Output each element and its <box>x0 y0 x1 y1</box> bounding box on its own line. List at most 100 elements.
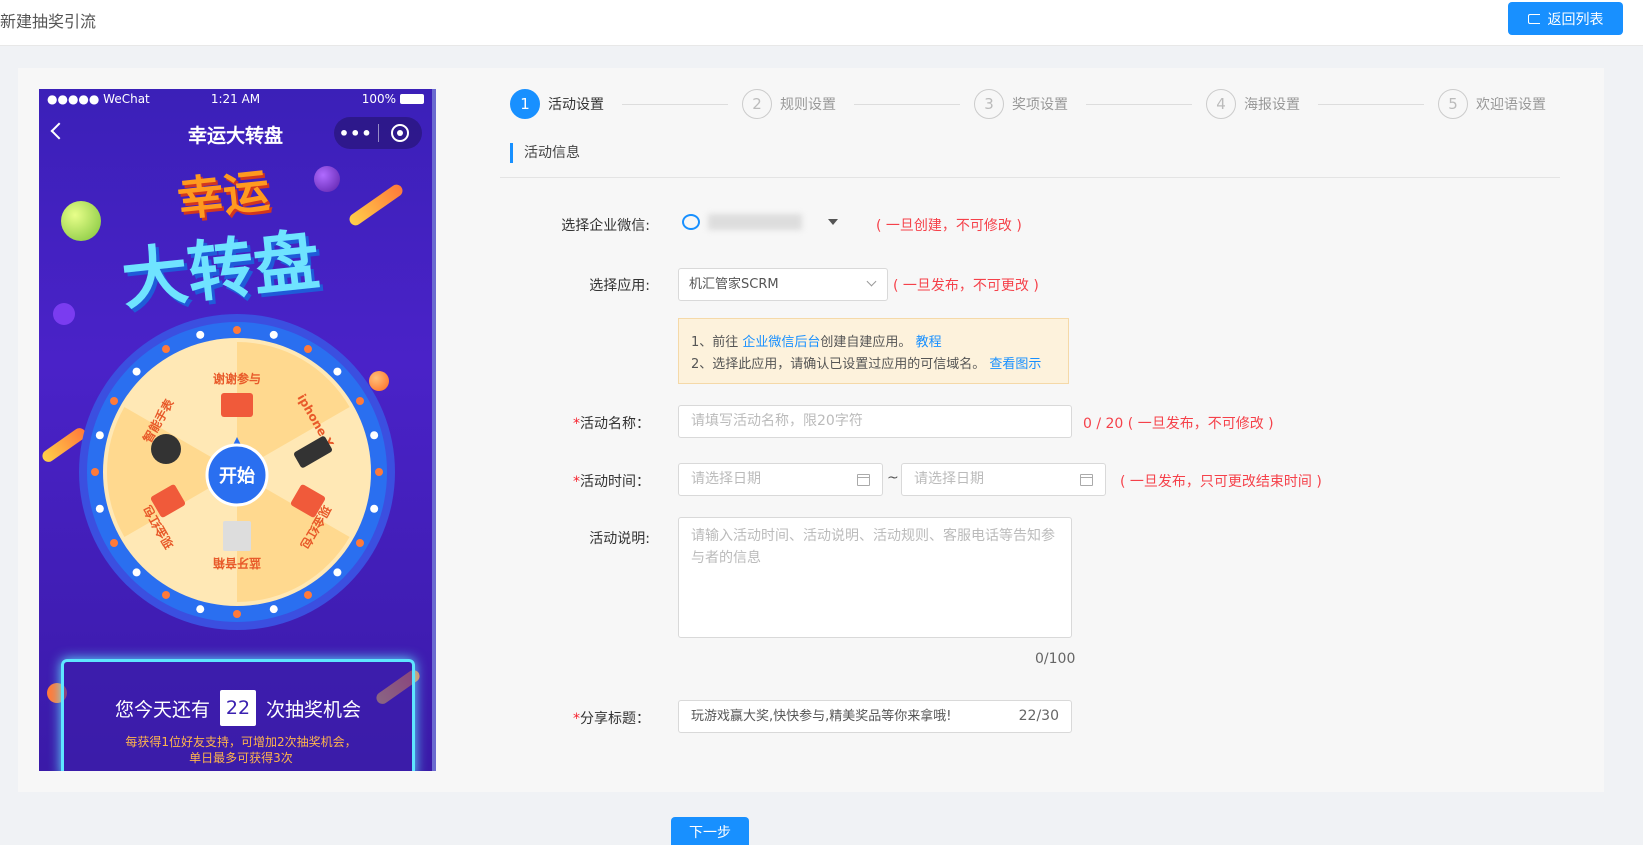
step-number: 1 <box>510 89 540 119</box>
battery-icon <box>400 94 424 104</box>
wheel-rim-light <box>304 345 312 354</box>
more-dots-icon: ••• <box>338 123 373 143</box>
phone-status-bar: ●●●●● WeChat 1:21 AM 100% <box>39 89 432 111</box>
next-step-button[interactable]: 下一步 <box>671 817 749 845</box>
page-title: 新建抽奖引流 <box>0 12 97 31</box>
step-poster-settings[interactable]: 4 海报设置 <box>1206 89 1300 119</box>
share-title-input[interactable]: 玩游戏赢大奖,快快参与,精美奖品等你来拿哦! 22/30 <box>678 700 1072 733</box>
wheel-rim-light <box>370 504 379 513</box>
wheel-rim-light <box>333 568 342 577</box>
prize-wheel: 谢谢参与 iphone X 现金红包 蓝牙音箱 现金红包 智能手表 开始 <box>76 311 398 633</box>
chance-prefix: 您今天还有 <box>114 698 210 721</box>
deco-ball <box>53 303 75 325</box>
step-rule-settings[interactable]: 2 规则设置 <box>742 89 836 119</box>
step-number: 4 <box>1206 89 1236 119</box>
step-number: 3 <box>974 89 1004 119</box>
activity-name-label: *活动名称： <box>573 416 650 432</box>
step-prize-settings[interactable]: 3 奖项设置 <box>974 89 1068 119</box>
activity-name-input[interactable]: 请填写活动名称，限20字符 <box>678 405 1072 438</box>
chance-count: 22 <box>220 690 256 726</box>
step-label: 奖项设置 <box>1012 97 1068 113</box>
app-notice: 1、前往 企业微信后台创建自建应用。 教程 2、选择此应用，请确认已设置过应用的… <box>678 318 1069 384</box>
share-title-value: 玩游戏赢大奖,快快参与,精美奖品等你来拿哦! <box>691 709 952 724</box>
step-welcome-settings[interactable]: 5 欢迎语设置 <box>1438 89 1546 119</box>
wheel-rim-light <box>196 330 205 339</box>
speaker-prize-icon <box>223 521 251 551</box>
activity-time-label: *活动时间： <box>573 474 650 490</box>
watch-prize-icon <box>151 434 181 464</box>
battery-percent: 100% <box>361 92 396 106</box>
chance-suffix: 次抽奖机会 <box>266 698 362 721</box>
wheel-rim-light <box>95 431 104 440</box>
wechat-admin-link[interactable]: 企业微信后台 <box>742 335 820 350</box>
battery-status: 100% <box>362 92 424 106</box>
step-progress: 1 活动设置 2 规则设置 3 奖项设置 4 海报设置 5 欢迎语设置 <box>510 89 1550 119</box>
activity-name-hint: 0 / 20 ( 一旦发布，不可修改 ) <box>1083 416 1274 432</box>
activity-desc-label: 活动说明: <box>589 531 650 547</box>
wheel-rim-light <box>355 397 364 405</box>
wheel-rim-light <box>162 345 170 354</box>
corp-wechat-select[interactable] <box>682 214 838 230</box>
step-activity-settings[interactable]: 1 活动设置 <box>510 89 604 119</box>
wheel-rim-light <box>269 605 278 614</box>
app-select-value: 机汇管家SCRM <box>689 277 779 292</box>
hero-title-line2: 大转盘 <box>118 221 324 320</box>
wheel-rim-light <box>91 468 99 476</box>
wheel-rim-light <box>95 504 104 513</box>
wheel-rim-light <box>132 568 141 577</box>
app-select[interactable]: 机汇管家SCRM <box>678 268 888 301</box>
corp-name-redacted <box>708 214 802 230</box>
wheel-rim-light <box>233 610 241 618</box>
step-label: 活动设置 <box>548 97 604 113</box>
date-separator: ~ <box>887 470 899 486</box>
end-date-input[interactable]: 请选择日期 <box>901 463 1106 496</box>
wheel-rim-light <box>110 397 119 405</box>
step-label: 规则设置 <box>780 97 836 113</box>
wheel-rim-light <box>370 431 379 440</box>
share-title-counter: 22/30 <box>1018 708 1059 724</box>
wheel-rim-light <box>375 468 383 476</box>
step-label: 欢迎语设置 <box>1476 97 1546 113</box>
wheel-rim-light <box>132 367 141 376</box>
wheel-rim-light <box>162 590 170 599</box>
wheel-rim-light <box>110 539 119 547</box>
step-number: 5 <box>1438 89 1468 119</box>
chevron-down-icon <box>866 276 877 287</box>
segment-label: 谢谢参与 <box>213 371 261 386</box>
start-date-input[interactable]: 请选择日期 <box>678 463 883 496</box>
tutorial-link[interactable]: 教程 <box>916 335 942 350</box>
app-label: 选择应用: <box>589 278 650 294</box>
chance-note: 每获得1位好友支持，可增加2次抽奖机会，单日最多可获得3次 <box>125 735 357 765</box>
step-number: 2 <box>742 89 772 119</box>
caret-down-icon <box>828 219 838 225</box>
app-hint: ( 一旦发布，不可更改 ) <box>893 278 1039 294</box>
share-title-label: *分享标题： <box>573 711 650 727</box>
start-label: 开始 <box>219 465 255 487</box>
activity-desc-textarea[interactable]: 请输入活动时间、活动说明、活动规则、客服电话等告知参与者的信息 <box>678 517 1072 638</box>
wheel-rim-light <box>333 367 342 376</box>
miniprogram-capsule: ••• <box>334 117 422 149</box>
red-envelope-icon <box>221 393 253 417</box>
calendar-icon <box>1080 474 1093 486</box>
view-diagram-link[interactable]: 查看图示 <box>989 357 1041 372</box>
wheel-rim-light <box>304 590 312 599</box>
deco-ball <box>314 166 340 192</box>
corp-wechat-label: 选择企业微信: <box>561 218 650 234</box>
close-target-icon <box>378 124 422 142</box>
corp-hint: ( 一旦创建，不可修改 ) <box>876 218 1022 234</box>
back-to-list-label: 返回列表 <box>1547 11 1604 28</box>
step-label: 海报设置 <box>1244 97 1300 113</box>
wheel-rim-light <box>269 330 278 339</box>
phone-nav-bar: 幸运大转盘 ••• <box>39 111 432 155</box>
segment-label: 蓝牙音箱 <box>213 556 261 571</box>
section-title: 活动信息 <box>510 143 580 163</box>
start-spin-button[interactable]: 开始 <box>202 437 272 507</box>
chance-box: 您今天还有 22 次抽奖机会 每获得1位好友支持，可增加2次抽奖机会，单日最多可… <box>61 659 415 771</box>
deco-ball <box>61 201 101 241</box>
phone-preview: ●●●●● WeChat 1:21 AM 100% 幸运大转盘 ••• 幸运 大… <box>39 89 436 771</box>
wechat-work-icon <box>682 214 700 230</box>
activity-time-hint: ( 一旦发布，只可更改结束时间 ) <box>1120 474 1322 490</box>
wheel-rim-light <box>196 605 205 614</box>
top-bar: 新建抽奖引流 返回列表 <box>0 0 1643 46</box>
back-to-list-button[interactable]: 返回列表 <box>1508 2 1623 35</box>
